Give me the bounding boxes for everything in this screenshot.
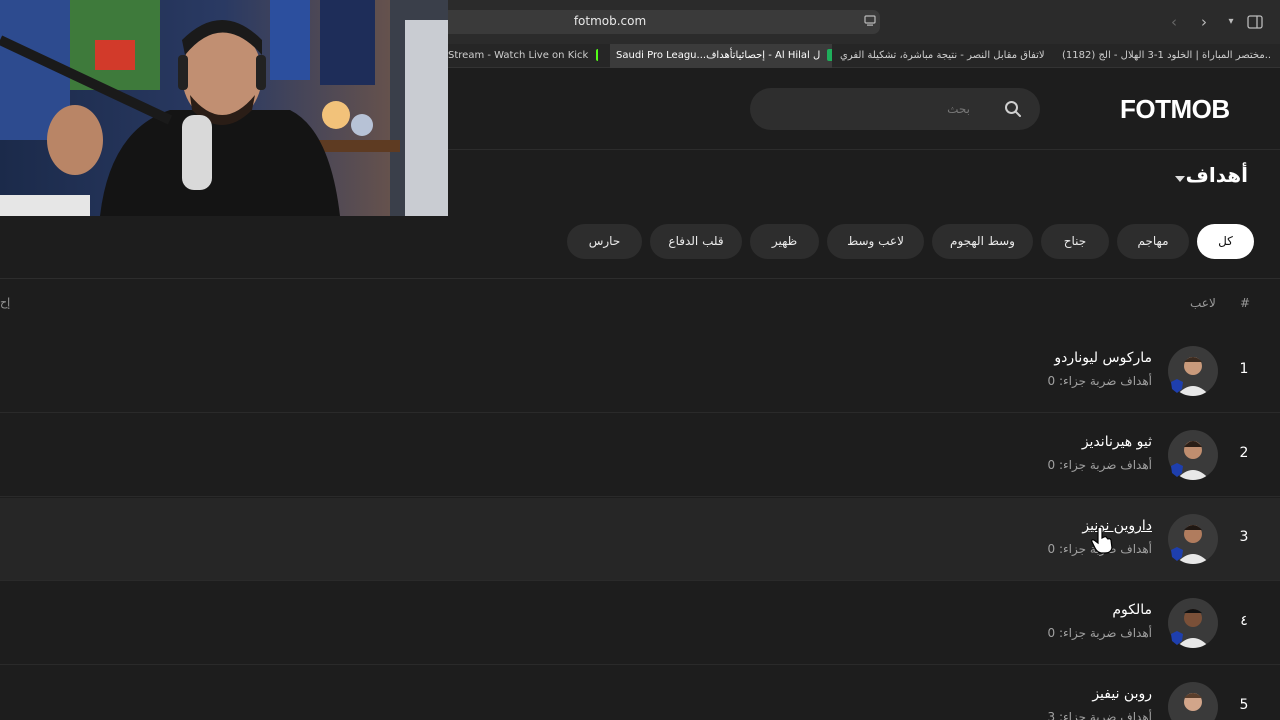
filter-centre-back[interactable]: قلب الدفاع — [650, 224, 742, 259]
search-input[interactable] — [770, 88, 970, 130]
filter-midfielder[interactable]: لاعب وسط — [827, 224, 924, 259]
player-name[interactable]: مالكوم — [1112, 602, 1152, 618]
row-rank: ٤ — [1240, 613, 1248, 629]
row-rank: 1 — [1239, 361, 1249, 377]
back-icon[interactable]: ‹ — [1164, 12, 1184, 32]
search-icon[interactable] — [1004, 100, 1022, 118]
tab-label: (1182) مختصر المباراة | الخلود 1-3 الهلا… — [1062, 50, 1272, 61]
club-badge-icon — [1171, 547, 1183, 561]
sidebar-icon[interactable] — [1247, 15, 1263, 29]
column-player-header: لاعب — [1190, 296, 1216, 310]
club-badge-icon — [1171, 379, 1183, 393]
tab-label: Saudi Pro Leagu...إحصائياتأهداف - Al Hil… — [616, 50, 821, 61]
tab-youtube[interactable]: (1182) مختصر المباراة | الخلود 1-3 الهلا… — [1062, 44, 1272, 68]
row-rank: 3 — [1239, 529, 1249, 545]
penalty-goals: أهداف ضربة جزاء: 3 — [1047, 710, 1152, 720]
address-bar[interactable]: fotmob.com — [440, 10, 880, 34]
reader-icon[interactable] — [864, 15, 876, 27]
table-row[interactable]: 2 ثيو هيرنانديز أهداف ضربة جزاء: 0 — [0, 414, 1280, 497]
tab-kick[interactable]: Stream - Watch Live on Kick — [448, 44, 598, 68]
tab-list-icon[interactable]: ▾ — [1221, 12, 1241, 32]
webcam-overlay — [0, 0, 448, 216]
search-box[interactable] — [750, 88, 1040, 130]
table-row[interactable]: 1 ماركوس ليوناردو أهداف ضربة جزاء: 0 — [0, 330, 1280, 413]
chevron-down-icon[interactable] — [1175, 176, 1185, 182]
app-root: fotmob.com ‹ › ▾ Stream - Watch Live on … — [0, 0, 1280, 720]
table-row[interactable]: 5 روبن نيفيز أهداف ضربة جزاء: 3 — [0, 666, 1280, 720]
club-badge-icon — [1171, 631, 1183, 645]
tab-match[interactable]: الاتفاق مقابل النصر - نتيجة مباشرة، تشكي… — [840, 44, 1045, 68]
table-row[interactable]: 3 داروين نونيز أهداف ضربة جزاء: 0 — [0, 498, 1280, 581]
filter-attacking-mid[interactable]: وسط الهجوم — [932, 224, 1033, 259]
column-stat-header: إح — [0, 296, 11, 309]
kick-icon — [595, 49, 598, 61]
row-rank: 5 — [1239, 697, 1249, 713]
penalty-goals: أهداف ضربة جزاء: 0 — [1047, 626, 1152, 640]
penalty-goals: أهداف ضربة جزاء: 0 — [1047, 374, 1152, 388]
player-name[interactable]: روبن نيفيز — [1092, 686, 1152, 702]
fotmob-favicon-icon — [827, 49, 832, 61]
tab-label: Stream - Watch Live on Kick — [448, 50, 589, 61]
table-row[interactable]: ٤ مالكوم أهداف ضربة جزاء: 0 — [0, 582, 1280, 665]
club-badge-icon — [1171, 463, 1183, 477]
filter-all[interactable]: كل — [1197, 224, 1254, 259]
filter-goalkeeper[interactable]: حارس — [567, 224, 642, 259]
column-rank-header: # — [1240, 296, 1251, 310]
player-avatar[interactable] — [1168, 682, 1218, 720]
filter-fullback[interactable]: ظهير — [750, 224, 819, 259]
divider — [0, 278, 1280, 279]
tab-label: الاتفاق مقابل النصر - نتيجة مباشرة، تشكي… — [840, 50, 1045, 61]
player-name[interactable]: ماركوس ليوناردو — [1054, 350, 1152, 366]
row-rank: 2 — [1239, 445, 1249, 461]
forward-icon[interactable]: › — [1194, 12, 1214, 32]
stat-selector-title[interactable]: أهداف — [1140, 163, 1248, 187]
penalty-goals: أهداف ضربة جزاء: 0 — [1047, 458, 1152, 472]
filter-forward[interactable]: مهاجم — [1117, 224, 1189, 259]
tab-fotmob-active[interactable]: Saudi Pro Leagu...إحصائياتأهداف - Al Hil… — [610, 44, 832, 68]
hand-cursor-icon — [1091, 526, 1113, 554]
url-text: fotmob.com — [573, 14, 647, 28]
fotmob-logo[interactable]: FOTMOB — [1120, 94, 1230, 125]
player-name[interactable]: ثيو هيرنانديز — [1082, 434, 1152, 450]
filter-winger[interactable]: جناح — [1041, 224, 1109, 259]
